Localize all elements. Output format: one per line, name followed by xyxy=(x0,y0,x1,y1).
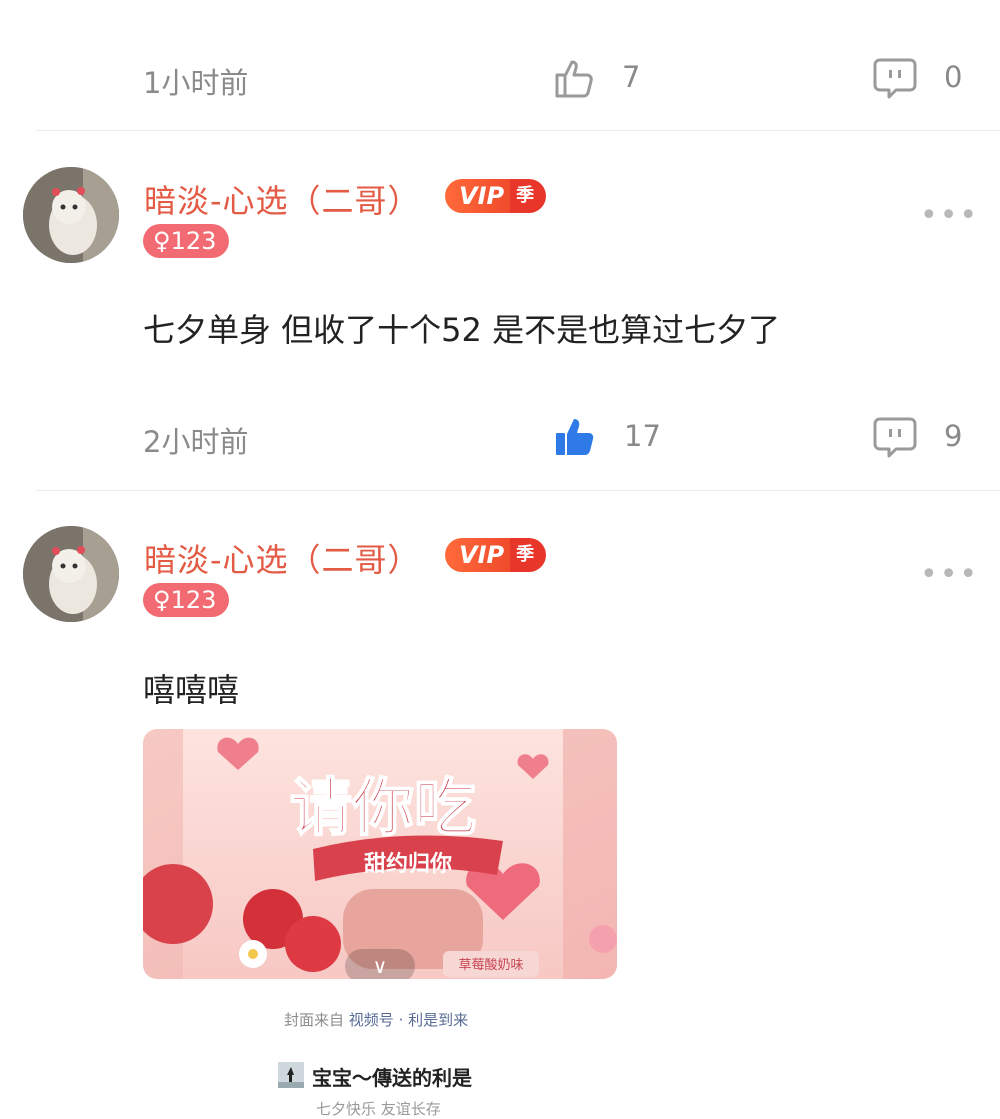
reply-count: 0 xyxy=(944,60,963,94)
cover-ribbon-text: 甜约归你 xyxy=(364,851,452,877)
source-name[interactable]: 视频号 · 利是到来 xyxy=(349,1011,468,1029)
more-options-icon[interactable]: ••• xyxy=(920,198,979,233)
cover-title: 请你吃 xyxy=(290,771,476,844)
like-count: 17 xyxy=(624,419,661,453)
divider xyxy=(36,490,1000,491)
cover-flavor-text: 草莓酸奶味 xyxy=(458,958,523,973)
gender-level-badge: ♀123 xyxy=(143,224,230,258)
forward-title[interactable]: 宝宝～傳送的利是 xyxy=(312,1062,472,1091)
forward-thumbnail-icon xyxy=(278,1062,304,1088)
attachment-cover-image[interactable]: 请你吃 甜约归你 草莓酸奶味 ∨ xyxy=(143,729,617,979)
vip-suffix: 季 xyxy=(510,179,547,213)
vip-badge: VIP 季 xyxy=(445,538,547,572)
username[interactable]: 暗淡-心选（二哥） xyxy=(144,176,421,222)
avatar[interactable] xyxy=(23,167,119,263)
comment-text: 七夕单身 但收了十个52 是不是也算过七夕了 xyxy=(143,311,781,349)
vip-badge: VIP 季 xyxy=(445,179,547,213)
thumbs-up-filled-icon[interactable] xyxy=(553,414,597,458)
vip-label: VIP xyxy=(445,538,511,572)
avatar[interactable] xyxy=(23,526,119,622)
comment-time: 1小时前 xyxy=(143,66,249,100)
vip-suffix: 季 xyxy=(510,538,547,572)
cover-source[interactable]: 封面来自 视频号 · 利是到来 xyxy=(284,1009,468,1030)
reply-count: 9 xyxy=(944,419,963,453)
like-count: 7 xyxy=(622,60,641,94)
divider xyxy=(36,130,1000,131)
vip-label: VIP xyxy=(445,179,511,213)
username[interactable]: 暗淡-心选（二哥） xyxy=(144,535,421,581)
gender-level-badge: ♀123 xyxy=(143,583,230,617)
comment-time: 2小时前 xyxy=(143,425,249,459)
source-prefix: 封面来自 xyxy=(284,1011,345,1029)
expand-chevron-icon[interactable]: ∨ xyxy=(345,949,415,979)
thumbs-up-icon[interactable] xyxy=(553,56,597,100)
comment-text: 嘻嘻嘻 xyxy=(143,671,240,709)
reply-icon[interactable] xyxy=(872,415,918,459)
reply-icon[interactable] xyxy=(872,56,918,100)
more-options-icon[interactable]: ••• xyxy=(920,557,979,592)
